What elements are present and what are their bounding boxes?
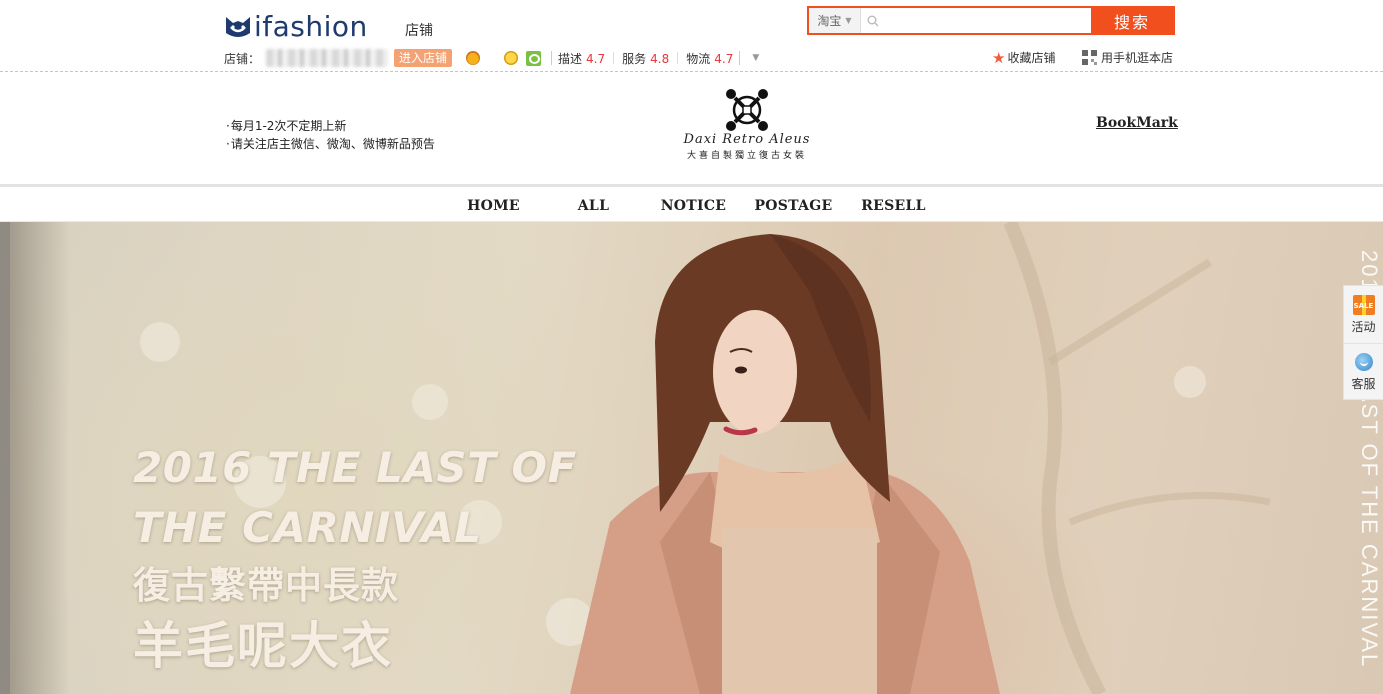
brand-script: Daxi Retro Aleus [683, 132, 811, 147]
search-input[interactable] [883, 13, 1083, 28]
nav-postage[interactable]: POSTAGE [744, 198, 844, 214]
search-scope-select[interactable]: 淘宝 ▼ [809, 8, 861, 33]
logo-text: ifashion [254, 10, 368, 43]
hero-headline: 2016 THE LAST OF THE CARNIVAL 復古繫帶中長款 羊毛… [133, 438, 577, 678]
store-tag: 店铺 [405, 23, 433, 39]
mobile-shop-label: 用手机逛本店 [1101, 51, 1174, 65]
nav-notice[interactable]: NOTICE [644, 198, 744, 214]
chevron-down-icon[interactable]: ▼ [752, 53, 759, 63]
ifashion-logo[interactable]: ifashion [224, 10, 368, 44]
nav-all[interactable]: ALL [544, 198, 644, 214]
hero-subtitle: 復古繫帶中長款 [133, 564, 399, 607]
rating-logistics: 物流 4.7 [686, 51, 734, 66]
favorite-shop-label: 收藏店铺 [1007, 51, 1056, 65]
nav-home[interactable]: HOME [444, 198, 544, 214]
cat-logo-icon [226, 17, 250, 37]
search-icon [867, 15, 879, 27]
enter-shop-button[interactable]: 进入店铺 [394, 49, 453, 67]
divider [677, 52, 679, 64]
search-bar: 淘宝 ▼ 搜索 [807, 6, 1175, 35]
shop-name-blurred[interactable] [266, 49, 389, 67]
hero-title-line-1: 2016 THE LAST OF [133, 443, 577, 492]
top-bar: ifashion 店铺 店铺： 进入店铺 描述 4.7 服务 4.8 物流 4.7 ▼… [0, 0, 1383, 72]
favorite-shop-link[interactable]: ★ 收藏店铺 [992, 49, 1055, 66]
notice-line: 请关注店主微信、微淘、微博新品预告 [226, 135, 435, 153]
side-float-toolbar: SALE 活动 客服 [1343, 285, 1383, 400]
star-icon: ★ [992, 48, 1006, 67]
activity-button[interactable]: SALE 活动 [1344, 286, 1383, 343]
shop-header: 每月1-2次不定期上新 请关注店主微信、微淘、微博新品预告 Daxi Retro… [0, 73, 1383, 187]
consumer-protection-icon[interactable] [526, 50, 542, 66]
bookmark-link[interactable]: BookMark [1096, 115, 1178, 131]
mobile-shop-link[interactable]: 用手机逛本店 [1082, 49, 1173, 66]
hero-title-line-2: THE CARNIVAL [133, 503, 482, 552]
brand-logo[interactable]: Daxi Retro Aleus 大喜自製獨立復古女裝 [662, 86, 832, 176]
brand-subtitle: 大喜自製獨立復古女裝 [686, 151, 807, 161]
brand-emblem-icon [726, 89, 768, 131]
search-field [861, 8, 1091, 33]
caret-down-icon: ▼ [845, 16, 852, 25]
customer-service-icon [1354, 352, 1373, 371]
search-button[interactable]: 搜索 [1091, 8, 1173, 33]
gift-sale-icon: SALE [1352, 294, 1375, 315]
qr-code-icon [1082, 50, 1097, 65]
customer-service-button[interactable]: 客服 [1344, 343, 1383, 400]
nav-resell[interactable]: RESELL [844, 198, 944, 214]
divider [613, 52, 615, 64]
rating-service: 服务 4.8 [622, 51, 670, 66]
shop-info-line: 店铺： 进入店铺 描述 4.7 服务 4.8 物流 4.7 ▼ [224, 47, 759, 69]
customer-service-label: 客服 [1351, 376, 1376, 391]
rating-description: 描述 4.7 [558, 51, 606, 66]
activity-label: 活动 [1351, 319, 1376, 334]
shop-name-label: 店铺： [224, 51, 261, 66]
shop-notice: 每月1-2次不定期上新 请关注店主微信、微淘、微博新品预告 [226, 117, 435, 153]
notice-line: 每月1-2次不定期上新 [226, 117, 435, 135]
crown-icon[interactable] [466, 51, 481, 65]
gold-seller-icon[interactable] [504, 51, 519, 65]
hero-banner[interactable]: 2016 THE LAST OF THE CARNIVAL 復古繫帶中長款 羊毛… [0, 222, 1383, 694]
shop-ratings[interactable]: 描述 4.7 服务 4.8 物流 4.7 [551, 51, 741, 66]
hero-product-name: 羊毛呢大衣 [133, 617, 393, 675]
shop-nav: HOME ALL NOTICE POSTAGE RESELL [0, 190, 1383, 222]
